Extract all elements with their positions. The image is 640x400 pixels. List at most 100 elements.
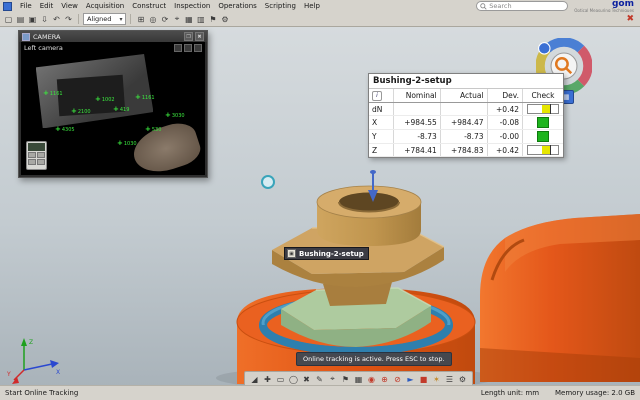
circle-select-icon[interactable]: ◯ xyxy=(288,374,299,385)
stop-icon[interactable]: ■ xyxy=(418,374,429,385)
bottom-toolbar: ◢✚▭◯✖✎⌖⚑▦◉⊕⊘►■✶☰⚙ xyxy=(244,371,473,386)
chevron-down-icon: ▾ xyxy=(119,16,122,23)
menu-item-inspection[interactable]: Inspection xyxy=(170,1,214,11)
main-toolbar: ▢▤▣⇩↶↷ Aligned ▾ ⊞◎⟳⌖▦▥⚑⚙ ✖ xyxy=(0,12,640,27)
table-row-dn[interactable]: dN+0.42 xyxy=(369,103,563,116)
column-header-dev: Dev. xyxy=(487,89,523,103)
add-target-icon[interactable]: ⊕ xyxy=(379,374,390,385)
search-input[interactable]: Search xyxy=(476,1,568,11)
settings-icon[interactable]: ⚙ xyxy=(219,14,230,25)
camera-view-hand xyxy=(128,118,204,175)
3d-viewport[interactable]: CAMERA ❐✖ Left camera xyxy=(0,26,640,386)
controller-button[interactable] xyxy=(28,152,36,158)
menu-item-file[interactable]: File xyxy=(16,1,36,11)
rotate-view-icon[interactable]: ⟳ xyxy=(159,14,170,25)
axis-y-label: Y xyxy=(6,371,11,378)
flag-icon[interactable]: ⚑ xyxy=(207,14,218,25)
table-row-x[interactable]: X+984.55+984.47-0.08 xyxy=(369,116,563,130)
camera-point: +1161 xyxy=(43,90,63,97)
menu-item-acquisition[interactable]: Acquisition xyxy=(82,1,128,11)
remove-target-icon[interactable]: ⊘ xyxy=(392,374,403,385)
search-icon xyxy=(480,3,487,10)
app-icon[interactable] xyxy=(3,2,12,11)
snap-icon[interactable]: ✶ xyxy=(431,374,442,385)
menu-item-view[interactable]: View xyxy=(57,1,82,11)
controller-screen xyxy=(28,143,45,151)
import-icon[interactable]: ⇩ xyxy=(39,14,50,25)
list-icon[interactable]: ☰ xyxy=(444,374,455,385)
record-icon[interactable]: ◉ xyxy=(366,374,377,385)
menu-item-scripting[interactable]: Scripting xyxy=(261,1,300,11)
layers-icon[interactable]: ▦ xyxy=(183,14,194,25)
tracking-status-tooltip: Online tracking is active. Press ESC to … xyxy=(296,352,452,366)
info-icon: i xyxy=(372,91,382,101)
camera-mini-toolbar xyxy=(174,44,202,52)
actual-value: +984.47 xyxy=(440,116,487,130)
report-icon[interactable]: ▥ xyxy=(195,14,206,25)
menu-item-construct[interactable]: Construct xyxy=(128,1,170,11)
nav-segment-right[interactable] xyxy=(581,49,588,83)
camera-tool-icon[interactable] xyxy=(174,44,182,52)
grid-tool-icon[interactable]: ▦ xyxy=(353,374,364,385)
controller-button[interactable] xyxy=(28,159,36,165)
close-panel-icon[interactable]: ✖ xyxy=(195,32,204,41)
controller-buttons xyxy=(28,152,45,165)
deselect-icon[interactable]: ✖ xyxy=(301,374,312,385)
machine-part-right[interactable] xyxy=(480,214,640,382)
nominal-value: -8.73 xyxy=(394,130,441,144)
controller-button[interactable] xyxy=(37,159,45,165)
undo-icon[interactable]: ↶ xyxy=(51,14,62,25)
nav-segment-top[interactable] xyxy=(547,42,581,49)
actual-value xyxy=(440,103,487,116)
element-label[interactable]: ▣ Bushing-2-setup xyxy=(284,247,369,260)
camera-point: +1030 xyxy=(117,140,137,147)
table-row-z[interactable]: Z+784.41+784.83+0.42 xyxy=(369,144,563,157)
camera-tool-icon[interactable] xyxy=(184,44,192,52)
play-icon[interactable]: ► xyxy=(405,374,416,385)
coordinate-axes: Z X Y xyxy=(6,332,66,386)
nominal-value: +784.41 xyxy=(394,144,441,157)
tool-settings-icon[interactable]: ⚙ xyxy=(457,374,468,385)
zoom-icon[interactable]: ◎ xyxy=(147,14,158,25)
deviation-value: +0.42 xyxy=(487,103,523,116)
menu-item-edit[interactable]: Edit xyxy=(36,1,58,11)
new-project-icon[interactable]: ▢ xyxy=(3,14,14,25)
target-tool-icon[interactable]: ⌖ xyxy=(327,374,338,385)
table-row-y[interactable]: Y-8.73-8.73-0.00 xyxy=(369,130,563,144)
inspection-result-popup[interactable]: Bushing-2-setup i NominalActualDev.Check… xyxy=(368,73,564,158)
rect-select-icon[interactable]: ▭ xyxy=(275,374,286,385)
deviation-value: -0.00 xyxy=(487,130,523,144)
camera-tool-icon[interactable] xyxy=(194,44,202,52)
rotation-center-icon xyxy=(262,176,274,188)
redo-icon[interactable]: ↷ xyxy=(63,14,74,25)
camera-panel-titlebar[interactable]: CAMERA ❐✖ xyxy=(19,31,207,42)
check-meter-indicator xyxy=(527,145,559,155)
camera-panel[interactable]: CAMERA ❐✖ Left camera xyxy=(18,30,208,178)
bushing-part[interactable] xyxy=(272,186,444,306)
save-project-icon[interactable]: ▣ xyxy=(27,14,38,25)
nav-badge-icon[interactable] xyxy=(539,43,550,54)
check-pass-indicator xyxy=(537,117,549,128)
status-left-text[interactable]: Start Online Tracking xyxy=(5,389,78,397)
flag-tool-icon[interactable]: ⚑ xyxy=(340,374,351,385)
close-view-button[interactable]: ✖ xyxy=(623,14,637,24)
fit-view-icon[interactable]: ⊞ xyxy=(135,14,146,25)
camera-panel-title: CAMERA xyxy=(33,33,60,41)
add-point-icon[interactable]: ✚ xyxy=(262,374,273,385)
menu-item-operations[interactable]: Operations xyxy=(214,1,260,11)
camera-image[interactable]: Left camera +1161+2100+1002+419+1161+430 xyxy=(21,42,205,175)
open-project-icon[interactable]: ▤ xyxy=(15,14,26,25)
element-icon: ▣ xyxy=(287,249,296,258)
float-panel-icon[interactable]: ❐ xyxy=(184,32,193,41)
draw-tool-icon[interactable]: ✎ xyxy=(314,374,325,385)
alignment-dropdown[interactable]: Aligned ▾ xyxy=(83,13,126,25)
measure-icon[interactable]: ⌖ xyxy=(171,14,182,25)
pointer-tool-icon[interactable]: ◢ xyxy=(249,374,260,385)
camera-panel-buttons: ❐✖ xyxy=(184,32,204,41)
application-window: FileEditViewAcquisitionConstructInspecti… xyxy=(0,0,640,400)
menu-item-help[interactable]: Help xyxy=(300,1,324,11)
controller-button[interactable] xyxy=(37,152,45,158)
tracking-controller[interactable] xyxy=(26,141,47,170)
toolbar-separator-1 xyxy=(78,14,79,24)
element-label-text: Bushing-2-setup xyxy=(299,250,364,258)
